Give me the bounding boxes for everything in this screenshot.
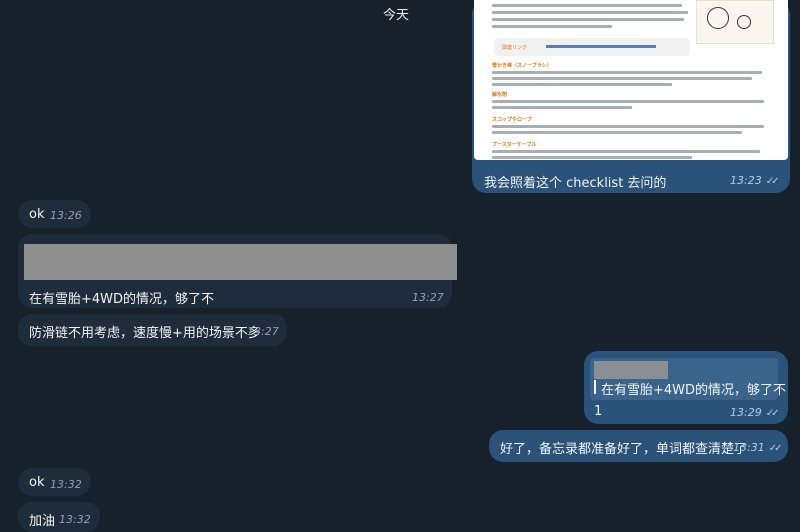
message-text: 在有雪胎+4WD的情况，够了不 bbox=[29, 292, 215, 307]
section-heading: スコップやロープ bbox=[492, 117, 532, 123]
text-line bbox=[492, 25, 612, 28]
text-line bbox=[492, 83, 672, 86]
time-text: 13:31 bbox=[733, 441, 765, 454]
section-heading: 解氷剤 bbox=[492, 92, 508, 98]
message-time: 13:23 ✓✓ bbox=[730, 174, 780, 187]
message-text: 防滑链不用考虑，速度慢+用的场景不多 bbox=[29, 326, 261, 341]
message-time: 13:26 bbox=[50, 209, 82, 222]
text-line bbox=[492, 71, 762, 74]
text-line bbox=[492, 18, 684, 21]
message-time: 13:32 bbox=[50, 478, 82, 491]
text-line bbox=[492, 156, 692, 159]
quote-bar bbox=[594, 380, 596, 394]
read-checkmarks-icon: ✓✓ bbox=[768, 443, 783, 454]
text-line bbox=[492, 150, 760, 153]
text-line bbox=[492, 77, 752, 80]
section-heading: ブースターケーブル bbox=[492, 142, 537, 148]
message-text: ok bbox=[29, 207, 45, 222]
message-text: 好了，备忘录都准备好了，单词都查清楚了 bbox=[500, 442, 748, 457]
message-text: ok bbox=[29, 475, 45, 490]
message-time: 13:27 bbox=[412, 291, 444, 304]
date-separator: 今天 bbox=[383, 8, 410, 23]
time-text: 13:29 bbox=[730, 406, 762, 419]
message-text: 我会照着这个 checklist 去问的 bbox=[484, 176, 667, 191]
message-text: 1 bbox=[594, 404, 603, 419]
illustration bbox=[696, 0, 774, 44]
message-time: 13:32 bbox=[59, 513, 91, 526]
section-heading: 雪かき棒（スノーブラシ） bbox=[492, 63, 552, 69]
message-time: 13:29 ✓✓ bbox=[730, 406, 780, 419]
text-line bbox=[492, 125, 764, 128]
read-checkmarks-icon: ✓✓ bbox=[765, 176, 780, 187]
text-line bbox=[492, 4, 682, 7]
time-text: 13:23 bbox=[730, 174, 762, 187]
read-checkmarks-icon: ✓✓ bbox=[765, 408, 780, 419]
text-line bbox=[492, 131, 742, 134]
related-link-title: 関連リンク bbox=[502, 45, 528, 51]
text-line bbox=[492, 100, 764, 103]
image-preview[interactable]: 関連リンク 雪かき棒（スノーブラシ） 解氷剤 スコップやロープ ブースターケーブ… bbox=[474, 0, 788, 160]
text-line bbox=[492, 11, 688, 14]
message-text: 加油 bbox=[29, 514, 56, 529]
redacted-block bbox=[24, 244, 457, 280]
message-time: 13:31 ✓✓ bbox=[733, 441, 783, 454]
related-link-text[interactable] bbox=[546, 45, 656, 48]
redacted-quote-author bbox=[594, 361, 668, 379]
message-time: 13:27 bbox=[247, 325, 279, 338]
quoted-text: 在有雪胎+4WD的情况，够了不 bbox=[601, 383, 787, 398]
text-line bbox=[492, 106, 632, 109]
